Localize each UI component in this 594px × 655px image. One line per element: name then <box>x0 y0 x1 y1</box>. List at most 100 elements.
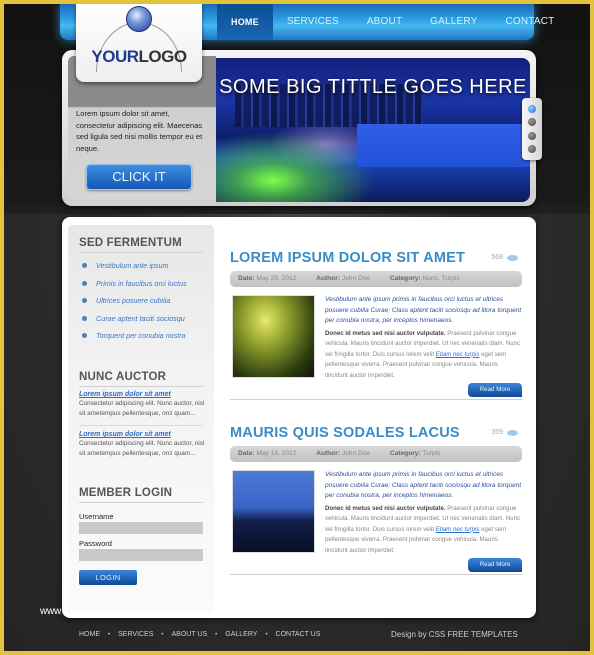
post-paragraph: Donec id metus sed nisi auctor vulputate… <box>325 329 522 382</box>
read-more-button[interactable]: Read More <box>468 383 522 397</box>
sidebar-link[interactable]: Vestibulum ante ipsum <box>79 257 209 275</box>
nav-contact-us[interactable]: CONTACT US <box>491 4 568 63</box>
sidebar-link-list: Vestibulum ante ipsum Primis in faucibus… <box>79 257 209 345</box>
post-category: Turpis <box>422 450 441 457</box>
news-title-link[interactable]: Lorem ipsum dolor sit amet <box>79 391 205 398</box>
footer-link-gallery[interactable]: GALLERY <box>225 631 257 638</box>
login-button[interactable]: LOGIN <box>79 570 137 585</box>
news-item: Lorem ipsum dolor sit amet Consectetur a… <box>79 431 205 459</box>
footer-separator: • <box>161 631 164 638</box>
sidebar-link-label: Torquent per conubia nostra <box>96 331 186 340</box>
username-input[interactable] <box>79 522 203 534</box>
blog-post: MAURIS QUIS SODALES LACUS 359 Date: May … <box>230 425 522 576</box>
divider <box>79 425 203 426</box>
password-input[interactable] <box>79 549 203 561</box>
comment-count[interactable]: 568 <box>491 254 518 261</box>
page-frame: HOME SERVICES ABOUT US GALLERY CONTACT U… <box>4 4 590 651</box>
sidebar-heading-nunc-auctor: NUNC AUCTOR <box>79 371 203 387</box>
sidebar-link[interactable]: Curae aptent taciti sociosqu <box>79 310 209 328</box>
bullet-icon <box>82 315 87 321</box>
comment-bubble-icon <box>507 429 518 436</box>
post-title[interactable]: LOREM IPSUM DOLOR SIT AMET <box>230 250 522 266</box>
footer-separator: • <box>108 631 111 638</box>
hero-text: Lorem ipsum dolor sit amet, consectetur … <box>76 109 203 153</box>
comment-count-value: 359 <box>491 429 503 436</box>
post-title[interactable]: MAURIS QUIS SODALES LACUS <box>230 425 522 441</box>
logo-text-your: YOUR <box>91 47 139 66</box>
nav-services[interactable]: SERVICES <box>273 4 353 40</box>
watermark-text: www <box>40 606 61 617</box>
nav-about-us[interactable]: ABOUT US <box>353 4 416 63</box>
footer-separator: • <box>215 631 218 638</box>
sidebar-link[interactable]: Torquent per conubia nostra <box>79 327 209 345</box>
divider <box>230 399 522 400</box>
read-more-button[interactable]: Read More <box>468 558 522 572</box>
blog-post: LOREM IPSUM DOLOR SIT AMET 568 Date: May… <box>230 250 522 401</box>
bullet-icon <box>82 263 87 269</box>
globe-icon <box>126 6 152 32</box>
sidebar-link[interactable]: Primis in faucibus orci luctus <box>79 275 209 293</box>
sidebar-link-label: Vestibulum ante ipsum <box>96 261 169 270</box>
category-label: Category: <box>389 450 421 457</box>
slide-dot-3[interactable] <box>528 131 536 140</box>
sidebar-link-label: Curae aptent taciti sociosqu <box>96 313 185 323</box>
news-title-link[interactable]: Lorem ipsum dolor sit amet <box>79 431 205 438</box>
post-thumbnail <box>232 470 315 553</box>
nav-home[interactable]: HOME <box>217 4 273 40</box>
news-excerpt: Consectetur adipiscing elit. Nunc auctor… <box>79 440 205 457</box>
author-label: Author: <box>316 450 340 457</box>
nav-gallery[interactable]: GALLERY <box>416 4 491 40</box>
post-date: May 18, 2012 <box>256 450 297 457</box>
slide-dot-1[interactable] <box>528 104 536 113</box>
author-label: Author: <box>316 275 340 282</box>
sidebar: SED FERMENTUM Vestibulum ante ipsum Prim… <box>68 225 214 613</box>
slide-dot-4[interactable] <box>528 145 536 154</box>
comment-bubble-icon <box>507 254 518 261</box>
comment-count[interactable]: 359 <box>491 429 518 436</box>
post-lead: Vestibulum ante ipsum primis in faucibus… <box>325 296 522 324</box>
footer-nav: HOME • SERVICES • ABOUT US • GALLERY • C… <box>79 631 320 638</box>
date-label: Date: <box>238 450 255 457</box>
post-date: May 25, 2012 <box>256 275 297 282</box>
username-label: Username <box>79 512 114 521</box>
password-label: Password <box>79 539 112 548</box>
footer-link-contact-us[interactable]: CONTACT US <box>276 631 321 638</box>
post-text: Vestibulum ante ipsum primis in faucibus… <box>325 470 522 556</box>
comment-count-value: 568 <box>491 254 503 261</box>
post-thumbnail <box>232 295 315 378</box>
footer-link-services[interactable]: SERVICES <box>118 631 153 638</box>
logo-text-logo: LOGO <box>138 47 188 66</box>
bullet-icon <box>82 333 87 339</box>
design-credit: Design by CSS FREE TEMPLATES <box>391 630 518 639</box>
footer-link-home[interactable]: HOME <box>79 631 100 638</box>
inline-link[interactable]: Etiam nec turpis <box>436 351 480 358</box>
sidebar-link-label: Ultrices posuere cubilia <box>96 296 171 305</box>
divider <box>230 574 522 575</box>
post-category: Nunc, Turpis <box>422 275 460 282</box>
click-it-button[interactable]: CLICK IT <box>86 164 192 190</box>
sidebar-link[interactable]: Ultrices posuere cubilia <box>79 292 209 310</box>
slide-dot-2[interactable] <box>528 118 536 127</box>
bullet-icon <box>82 298 87 304</box>
post-body: Vestibulum ante ipsum primis in faucibus… <box>230 470 522 576</box>
logo[interactable]: YOURLOGO <box>76 4 202 82</box>
watermark-faint-text: .freecssgalleryhosting.com <box>60 606 174 617</box>
bullet-icon <box>82 280 87 286</box>
post-author: John Doe <box>341 275 371 282</box>
post-bold: Donec id metus sed nisi auctor vulputate… <box>325 329 446 337</box>
post-body: Vestibulum ante ipsum primis in faucibus… <box>230 295 522 401</box>
content-panel: SED FERMENTUM Vestibulum ante ipsum Prim… <box>62 217 536 618</box>
post-paragraph: Donec id metus sed nisi auctor vulputate… <box>325 504 522 557</box>
footer-link-about-us[interactable]: ABOUT US <box>172 631 208 638</box>
news-item: Lorem ipsum dolor sit amet Consectetur a… <box>79 391 205 419</box>
logo-text: YOURLOGO <box>76 47 202 67</box>
post-meta: Date: May 18, 2012 Author: John Doe Cate… <box>230 446 522 462</box>
date-label: Date: <box>238 275 255 282</box>
category-label: Category: <box>389 275 421 282</box>
hero-image: SOME BIG TITTLE GOES HERE <box>216 58 530 202</box>
watermark: www.freecssgalleryhosting.com <box>40 606 174 617</box>
sidebar-heading-member-login: MEMBER LOGIN <box>79 487 203 503</box>
news-excerpt: Consectetur adipiscing elit. Nunc auctor… <box>79 400 205 417</box>
inline-link[interactable]: Etiam nec turpis <box>436 526 480 533</box>
post-text: Vestibulum ante ipsum primis in faucibus… <box>325 295 522 381</box>
